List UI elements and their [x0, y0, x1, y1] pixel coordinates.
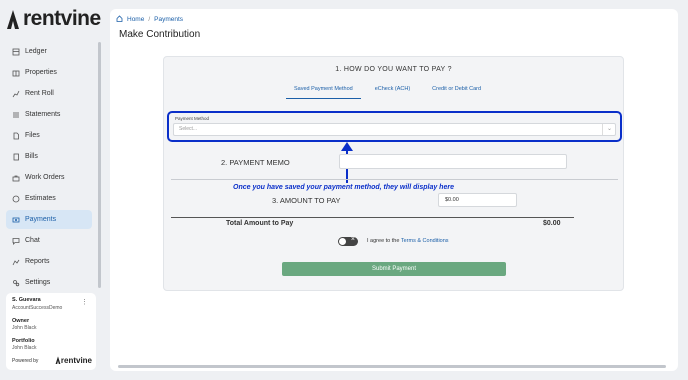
breadcrumb-current[interactable]: Payments: [154, 16, 183, 23]
payment-form-card: 1. HOW DO YOU WANT TO PAY ? Saved Paymen…: [163, 56, 624, 291]
memo-input[interactable]: [339, 154, 567, 169]
sidebar-item-bills[interactable]: Bills: [6, 147, 92, 166]
user-account: AccountSuccessDemo: [12, 305, 63, 311]
sidebar-item-payments[interactable]: Payments: [6, 210, 92, 229]
kebab-menu-icon[interactable]: ⋮: [81, 298, 88, 306]
sidebar-item-label: Settings: [25, 279, 51, 286]
agree-toggle[interactable]: ×: [338, 236, 358, 246]
horizontal-scrollbar[interactable]: [118, 365, 666, 368]
logo-mark-icon: [6, 9, 20, 29]
terms-link[interactable]: Terms & Conditions: [401, 238, 449, 244]
payment-tabs: Saved Payment Method eCheck (ACH) Credit…: [286, 83, 495, 99]
sidebar-item-label: Ledger: [25, 48, 47, 55]
rent-roll-icon: [12, 90, 20, 98]
sidebar-item-files[interactable]: Files: [6, 126, 92, 145]
sidebar-item-label: Rent Roll: [25, 90, 54, 97]
total-value: $0.00: [543, 220, 561, 227]
owner-label: Owner: [12, 318, 30, 324]
powered-by: Powered by rentvine: [12, 356, 92, 365]
owner-value: John Black: [12, 325, 37, 331]
work-orders-icon: [12, 174, 20, 182]
sidebar-item-settings[interactable]: Settings: [6, 273, 92, 292]
payment-method-label: Payment Method: [175, 116, 210, 121]
sidebar-item-label: Estimates: [25, 195, 56, 202]
estimates-icon: [12, 195, 20, 203]
sidebar-item-label: Bills: [25, 153, 38, 160]
portfolio-value: John Black: [12, 345, 37, 351]
logo-text: rentvine: [23, 7, 101, 30]
sidebar-item-work-orders[interactable]: Work Orders: [6, 168, 92, 187]
page-title: Make Contribution: [119, 29, 201, 40]
memo-label: 2. PAYMENT MEMO: [221, 158, 290, 167]
powered-by-label: Powered by: [12, 357, 39, 364]
annotation-text: Once you have saved your payment method,…: [233, 184, 454, 191]
payments-icon: [12, 216, 20, 224]
submit-payment-button[interactable]: Submit Payment: [282, 262, 506, 276]
tab-echeck-ach[interactable]: eCheck (ACH): [367, 83, 418, 99]
payment-method-highlight: Payment Method Select... ⌄: [167, 111, 622, 142]
ledger-icon: [12, 48, 20, 56]
settings-icon: [12, 279, 20, 287]
chat-icon: [12, 237, 20, 245]
sidebar-scrollbar[interactable]: [98, 42, 101, 288]
payment-method-select[interactable]: Select... ⌄: [173, 123, 616, 136]
step1-title: 1. HOW DO YOU WANT TO PAY ?: [335, 66, 452, 73]
sidebar-item-statements[interactable]: Statements: [6, 105, 92, 124]
sidebar-item-properties[interactable]: Properties: [6, 63, 92, 82]
breadcrumb: Home / Payments: [116, 15, 183, 24]
user-card: S. Guevara AccountSuccessDemo ⋮ Owner Jo…: [6, 293, 96, 370]
sidebar-item-label: Chat: [25, 237, 40, 244]
rentvine-logo[interactable]: rentvine: [6, 7, 101, 30]
divider: [171, 217, 574, 218]
tab-credit-debit-card[interactable]: Credit or Debit Card: [424, 83, 489, 99]
portfolio-label: Portfolio: [12, 338, 35, 344]
user-name: S. Guevara: [12, 297, 41, 303]
files-icon: [12, 132, 20, 140]
sidebar-item-label: Files: [25, 132, 40, 139]
close-icon: ×: [350, 236, 355, 243]
powered-by-logo: rentvine: [55, 356, 92, 365]
sidebar: rentvine Ledger Properties Rent Roll Sta…: [0, 0, 104, 380]
statements-icon: [12, 111, 20, 119]
amount-label: 3. AMOUNT TO PAY: [272, 196, 341, 205]
agree-label: I agree to the: [367, 238, 400, 244]
sidebar-item-chat[interactable]: Chat: [6, 231, 92, 250]
sidebar-item-estimates[interactable]: Estimates: [6, 189, 92, 208]
sidebar-item-label: Properties: [25, 69, 57, 76]
tab-saved-payment-method[interactable]: Saved Payment Method: [286, 83, 361, 99]
breadcrumb-separator: /: [148, 16, 151, 23]
sidebar-item-rent-roll[interactable]: Rent Roll: [6, 84, 92, 103]
sidebar-nav: Ledger Properties Rent Roll Statements F…: [6, 42, 92, 294]
properties-icon: [12, 69, 20, 77]
sidebar-item-label: Payments: [25, 216, 57, 223]
main-panel: Home / Payments Make Contribution 1. HOW…: [110, 9, 678, 371]
sidebar-item-reports[interactable]: Reports: [6, 252, 92, 271]
payment-method-placeholder: Select...: [179, 126, 198, 132]
reports-icon: [12, 258, 20, 266]
chevron-down-icon: ⌄: [601, 124, 612, 135]
divider: [171, 179, 618, 180]
sidebar-item-ledger[interactable]: Ledger: [6, 42, 92, 61]
amount-input[interactable]: $0.00: [438, 193, 517, 207]
sidebar-item-label: Reports: [25, 258, 50, 265]
toggle-knob: [339, 238, 346, 245]
sidebar-item-label: Statements: [25, 111, 61, 118]
sidebar-item-label: Work Orders: [25, 174, 65, 181]
powered-by-logo-text: rentvine: [60, 356, 92, 365]
agree-text: I agree to the Terms & Conditions: [367, 238, 449, 244]
bills-icon: [12, 153, 20, 161]
breadcrumb-home[interactable]: Home: [127, 16, 144, 23]
home-icon[interactable]: [116, 15, 123, 24]
total-label: Total Amount to Pay: [226, 220, 294, 227]
